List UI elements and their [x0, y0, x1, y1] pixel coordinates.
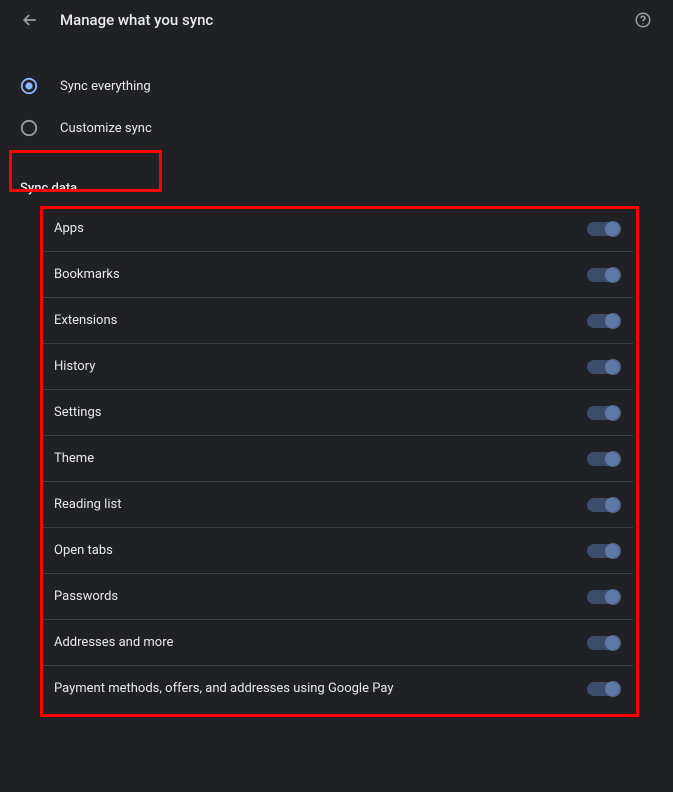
sync-item-row: Payment methods, offers, and addresses u… [40, 666, 633, 711]
toggle-knob [605, 681, 621, 697]
toggle-knob [605, 497, 621, 513]
sync-mode-radio-group: Sync everything Customize sync [0, 40, 673, 159]
sync-item-toggle[interactable] [587, 544, 619, 558]
toggle-knob [605, 543, 621, 559]
toggle-knob [605, 635, 621, 651]
toggle-knob [605, 589, 621, 605]
sync-item-row: Reading list [40, 482, 633, 528]
radio-label-customize: Customize sync [60, 121, 152, 136]
sync-item-label: Reading list [54, 497, 121, 512]
sync-item-label: Theme [54, 451, 94, 466]
radio-customize-sync[interactable]: Customize sync [20, 107, 653, 149]
sync-item-row: Apps [40, 206, 633, 252]
sync-item-toggle[interactable] [587, 498, 619, 512]
toggle-knob [605, 451, 621, 467]
sync-item-label: Extensions [54, 313, 117, 328]
sync-item-row: Extensions [40, 298, 633, 344]
back-arrow-icon[interactable] [20, 10, 40, 30]
sync-item-label: History [54, 359, 95, 374]
sync-item-toggle[interactable] [587, 314, 619, 328]
toggle-knob [605, 405, 621, 421]
help-icon[interactable] [633, 10, 653, 30]
sync-item-toggle[interactable] [587, 452, 619, 466]
page-title: Manage what you sync [60, 11, 213, 29]
sync-item-row: Settings [40, 390, 633, 436]
toggle-knob [605, 359, 621, 375]
radio-label-everything: Sync everything [60, 79, 151, 94]
sync-item-row: Addresses and more [40, 620, 633, 666]
sync-item-row: Passwords [40, 574, 633, 620]
sync-item-row: History [40, 344, 633, 390]
sync-item-toggle[interactable] [587, 682, 619, 696]
section-title-sync-data: Sync data [0, 159, 673, 206]
sync-item-label: Addresses and more [54, 635, 173, 650]
toggle-knob [605, 221, 621, 237]
sync-data-list: Apps Bookmarks Extensions History Settings Th… [40, 206, 633, 711]
page-header: Manage what you sync [0, 0, 673, 40]
toggle-knob [605, 313, 621, 329]
radio-unchecked-icon [20, 119, 38, 137]
sync-item-toggle[interactable] [587, 636, 619, 650]
sync-item-row: Bookmarks [40, 252, 633, 298]
sync-item-label: Bookmarks [54, 267, 120, 282]
sync-item-toggle[interactable] [587, 590, 619, 604]
sync-item-label: Open tabs [54, 543, 113, 558]
sync-item-label: Apps [54, 221, 84, 236]
radio-sync-everything[interactable]: Sync everything [20, 65, 653, 107]
radio-checked-icon [20, 77, 38, 95]
sync-item-row: Theme [40, 436, 633, 482]
toggle-knob [605, 267, 621, 283]
sync-item-toggle[interactable] [587, 360, 619, 374]
sync-item-row: Open tabs [40, 528, 633, 574]
sync-item-label: Settings [54, 405, 101, 420]
sync-item-label: Passwords [54, 589, 118, 604]
sync-item-toggle[interactable] [587, 406, 619, 420]
sync-item-label: Payment methods, offers, and addresses u… [54, 681, 393, 696]
sync-item-toggle[interactable] [587, 222, 619, 236]
sync-item-toggle[interactable] [587, 268, 619, 282]
